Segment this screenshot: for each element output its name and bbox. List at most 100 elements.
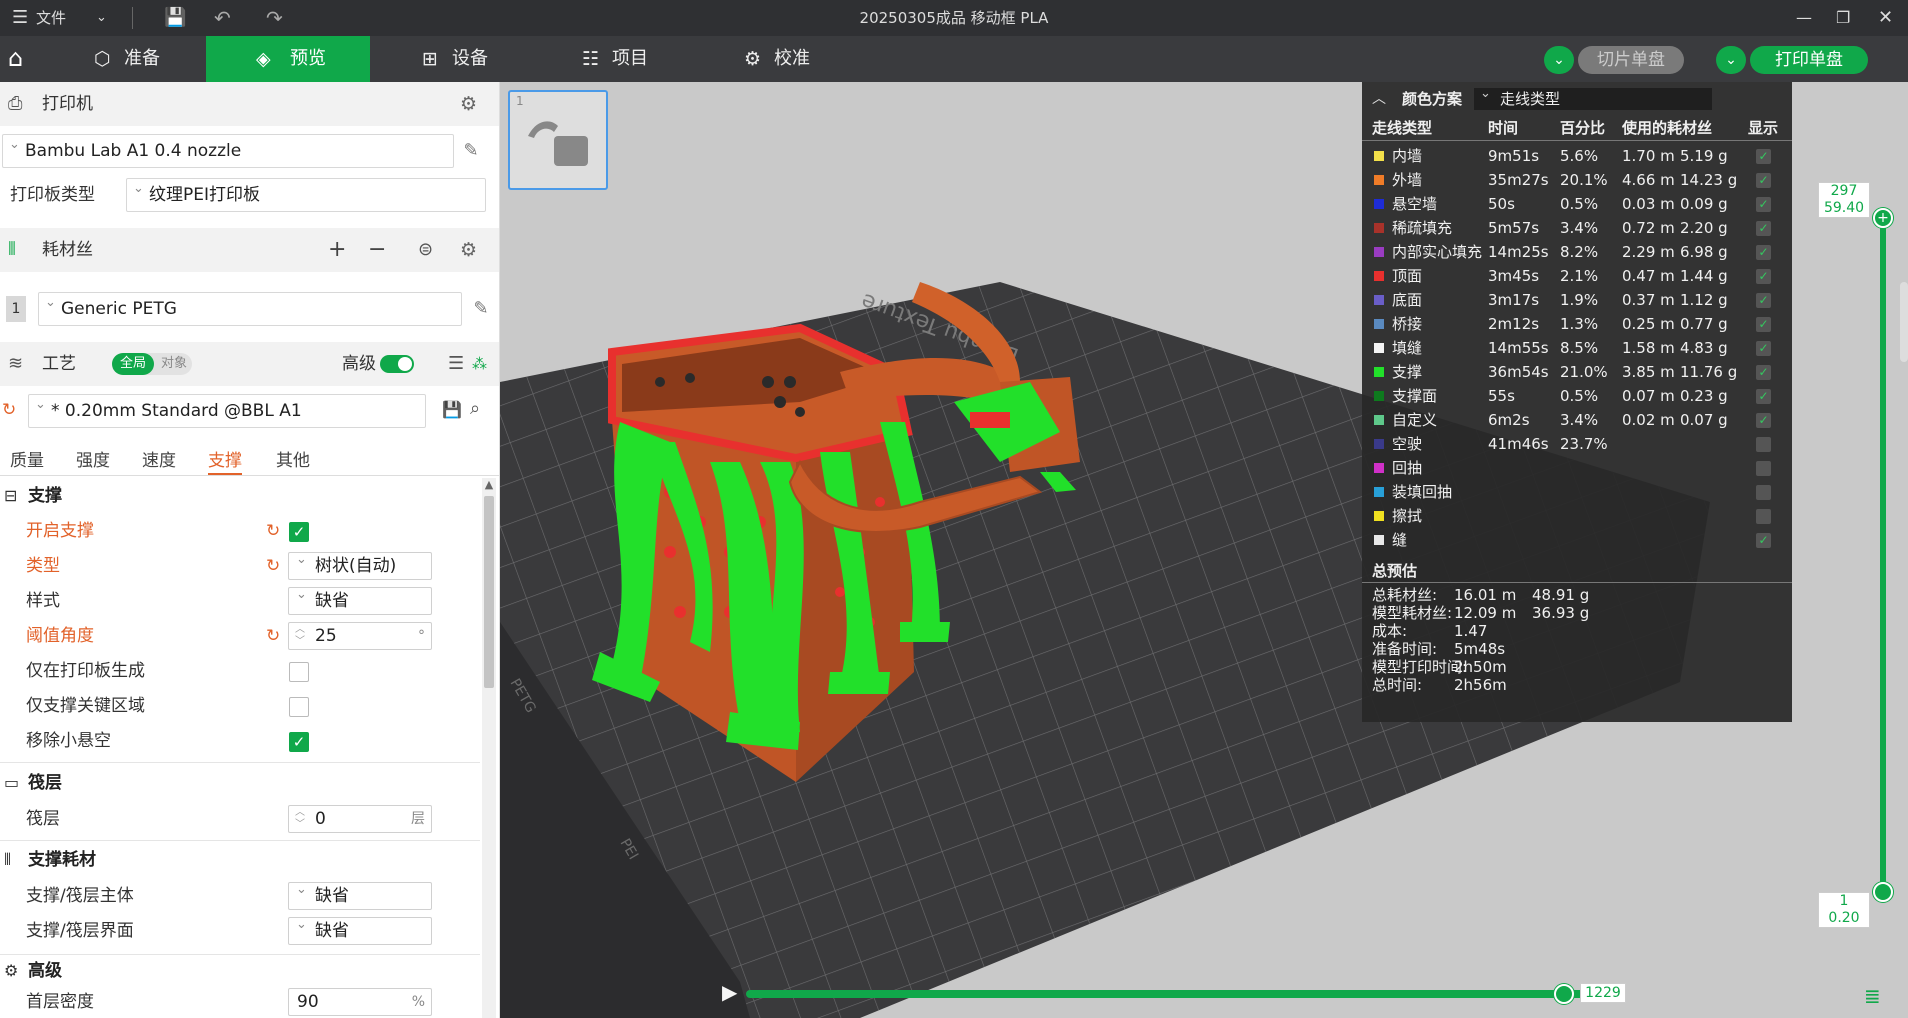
- tab-project[interactable]: ☷ 项目: [568, 36, 708, 82]
- critical-only-checkbox[interactable]: [289, 697, 309, 717]
- legend-visibility-checkbox[interactable]: ✓: [1756, 293, 1771, 308]
- undo-icon[interactable]: ↶: [214, 0, 231, 36]
- spin-arrows-icon[interactable]: ︿ ﹀: [295, 624, 305, 648]
- playback-controls-icon[interactable]: ▶: [722, 980, 737, 1004]
- search-icon[interactable]: ⌕: [470, 398, 480, 419]
- plate-thumbnail[interactable]: 1: [508, 90, 608, 190]
- legend-visibility-checkbox[interactable]: ✓: [1756, 413, 1771, 428]
- edit-printer-icon[interactable]: ✎: [460, 140, 482, 162]
- legend-color-swatch: [1374, 151, 1384, 161]
- search-settings-icon[interactable]: ⁂: [472, 342, 487, 386]
- collapse-legend-icon[interactable]: ︿: [1372, 88, 1386, 108]
- threshold-angle-input[interactable]: ︿ ﹀ 25 °: [288, 622, 432, 650]
- global-object-toggle[interactable]: 全局 对象: [112, 353, 192, 375]
- save-preset-icon[interactable]: 💾: [442, 400, 462, 419]
- reset-enable-support-icon[interactable]: ↻: [266, 514, 280, 548]
- layers-stack-icon[interactable]: ≣: [1864, 984, 1881, 1008]
- print-dropdown-chevron-icon[interactable]: ⌄: [1716, 46, 1746, 74]
- layer-slider-top-knob[interactable]: +: [1873, 208, 1893, 228]
- file-menu[interactable]: 文件: [36, 0, 66, 36]
- summary-label: 准备时间:: [1372, 640, 1438, 658]
- toggle-global[interactable]: 全局: [112, 353, 154, 375]
- scroll-up-icon[interactable]: ▲: [482, 478, 496, 491]
- move-slider-track[interactable]: [746, 990, 1626, 998]
- subtab-quality[interactable]: 质量: [10, 446, 44, 471]
- legend-visibility-checkbox[interactable]: ✓: [1756, 221, 1771, 236]
- home-icon[interactable]: ⌂: [8, 44, 23, 72]
- legend-visibility-checkbox[interactable]: [1756, 509, 1771, 524]
- legend-visibility-checkbox[interactable]: ✓: [1756, 173, 1771, 188]
- move-slider-knob[interactable]: [1554, 984, 1574, 1004]
- legend-visibility-checkbox[interactable]: ✓: [1756, 365, 1771, 380]
- remove-small-overhang-checkbox[interactable]: ✓: [289, 732, 309, 752]
- legend-visibility-checkbox[interactable]: ✓: [1756, 389, 1771, 404]
- subtab-strength[interactable]: 强度: [76, 446, 110, 471]
- toggle-object[interactable]: 对象: [156, 353, 192, 375]
- legend-visibility-checkbox[interactable]: ✓: [1756, 533, 1771, 548]
- slice-plate-button[interactable]: 切片单盘: [1578, 46, 1684, 74]
- spin-arrows-icon[interactable]: ︿ ﹀: [295, 807, 305, 831]
- tab-preview[interactable]: ◈ 预览: [206, 36, 370, 82]
- printer-settings-gear-icon[interactable]: ⚙: [460, 82, 477, 126]
- add-filament-icon[interactable]: +: [328, 228, 346, 272]
- legend-time: 3m45s: [1488, 267, 1540, 285]
- raft-layers-input[interactable]: ︿ ﹀ 0 层: [288, 805, 432, 833]
- edit-filament-icon[interactable]: ✎: [470, 298, 492, 320]
- tab-device[interactable]: ⊞ 设备: [408, 36, 548, 82]
- section-title: 耗材丝: [42, 240, 93, 260]
- remove-filament-icon[interactable]: −: [368, 228, 386, 272]
- advanced-label: 高级: [342, 354, 376, 374]
- settings-scrollbar[interactable]: ▲: [482, 478, 496, 1018]
- legend-visibility-checkbox[interactable]: [1756, 461, 1771, 476]
- filament-settings-gear-icon[interactable]: ⚙: [460, 228, 477, 272]
- scrollbar-thumb[interactable]: [484, 496, 494, 688]
- color-scheme-select[interactable]: ⌄ 走线类型: [1474, 86, 1712, 110]
- hamburger-menu-icon[interactable]: ☰: [12, 0, 28, 36]
- subtab-support[interactable]: 支撑: [208, 446, 242, 475]
- legend-visibility-checkbox[interactable]: ✓: [1756, 317, 1771, 332]
- legend-visibility-checkbox[interactable]: ✓: [1756, 269, 1771, 284]
- enable-support-label: 开启支撑: [26, 521, 94, 541]
- process-preset-select[interactable]: * 0.20mm Standard @BBL A1: [28, 389, 426, 428]
- reset-threshold-icon[interactable]: ↻: [266, 619, 280, 653]
- print-plate-button[interactable]: 打印单盘: [1750, 46, 1868, 74]
- plate-type-select[interactable]: 纹理PEI打印板: [126, 173, 486, 212]
- printer-select[interactable]: Bambu Lab A1 0.4 nozzle: [2, 129, 454, 168]
- support-type-select[interactable]: 树状(自动): [288, 547, 432, 580]
- on-plate-only-checkbox[interactable]: [289, 662, 309, 682]
- layer-slider-track[interactable]: [1880, 218, 1886, 894]
- reset-support-type-icon[interactable]: ↻: [266, 549, 280, 583]
- restore-icon[interactable]: ❐: [1836, 0, 1850, 36]
- minimize-icon[interactable]: —: [1796, 0, 1812, 36]
- legend-name: 底面: [1392, 291, 1423, 309]
- advanced-switch[interactable]: [380, 355, 414, 373]
- subtab-other[interactable]: 其他: [276, 446, 310, 471]
- tab-calibration[interactable]: ⚙ 校准: [730, 36, 870, 82]
- filament-sync-icon[interactable]: ⊜: [418, 228, 433, 272]
- header-filament: 使用的耗材丝: [1622, 119, 1713, 137]
- legend-visibility-checkbox[interactable]: ✓: [1756, 245, 1771, 260]
- viewport-scrollbar[interactable]: [1900, 282, 1908, 362]
- chevron-down-icon[interactable]: ⌄: [96, 0, 107, 36]
- support-base-filament-select[interactable]: 缺省: [288, 877, 432, 910]
- redo-icon[interactable]: ↷: [266, 0, 283, 36]
- reset-preset-icon[interactable]: ↻: [2, 400, 16, 420]
- close-icon[interactable]: ✕: [1878, 0, 1893, 36]
- legend-visibility-checkbox[interactable]: ✓: [1756, 341, 1771, 356]
- subtab-speed[interactable]: 速度: [142, 446, 176, 471]
- legend-visibility-checkbox[interactable]: [1756, 437, 1771, 452]
- cube-icon: ⬡: [94, 48, 111, 70]
- layer-slider-bottom-knob[interactable]: [1873, 882, 1893, 902]
- support-style-select[interactable]: 缺省: [288, 582, 432, 615]
- legend-visibility-checkbox[interactable]: ✓: [1756, 197, 1771, 212]
- save-icon[interactable]: 💾: [164, 0, 186, 36]
- enable-support-checkbox[interactable]: ✓: [289, 522, 309, 542]
- compare-icon[interactable]: ☰: [448, 342, 464, 386]
- filament-select[interactable]: Generic PETG: [38, 287, 462, 326]
- tab-prepare[interactable]: ⬡ 准备: [80, 36, 206, 82]
- support-interface-filament-select[interactable]: 缺省: [288, 912, 432, 945]
- legend-visibility-checkbox[interactable]: ✓: [1756, 149, 1771, 164]
- slice-dropdown-chevron-icon[interactable]: ⌄: [1544, 46, 1574, 74]
- first-layer-density-input[interactable]: 90 %: [288, 988, 432, 1016]
- legend-visibility-checkbox[interactable]: [1756, 485, 1771, 500]
